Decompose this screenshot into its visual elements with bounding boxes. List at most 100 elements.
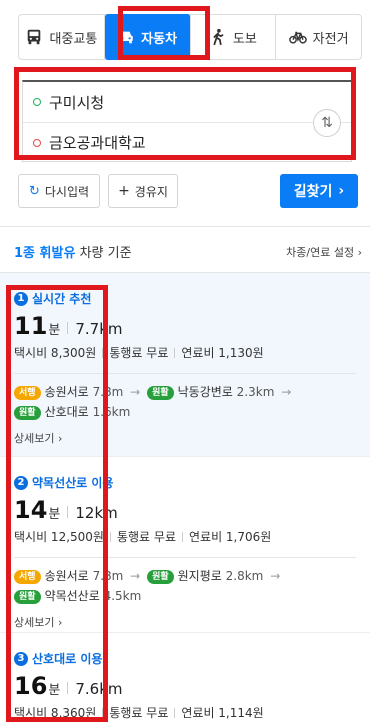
road-name: 낙동강변로 [177,385,233,399]
swap-button[interactable]: ⇅ [313,109,341,137]
arrow-right-icon: → [130,569,141,583]
road-name: 원지평로 [177,569,222,583]
traffic-badge-smooth: 원활 [147,385,174,400]
route-distance: 7.6km [75,680,123,698]
arrow-right-icon: → [281,385,292,399]
card-divider [14,557,356,558]
separator [67,322,69,334]
separator [174,347,176,358]
route-costs: 택시비 8,300원 통행료 무료 연료비 1,130원 [14,344,370,361]
route-input-box: 구미시청 금오공과대학교 ⇅ [22,80,352,162]
route-number-badge: 1 [14,291,28,306]
road-segments: 서행 송원서로 7.8m → 원활 낙동강변로 2.3km → 원활 산호대로 1.6… [14,382,370,422]
waypoint-label: 경유지 [134,184,168,199]
bicycle-icon [288,31,307,44]
reset-label: 다시입력 [44,184,90,199]
route-name: 실시간 추천 [32,292,92,306]
road-distance: 2.8km [225,569,264,583]
vehicle-settings-link[interactable]: 차종/연료 설정 › [286,244,362,260]
tab-walk-label: 도보 [232,31,257,47]
route-time-distance: 11 분 7.7km [14,312,370,340]
detail-link[interactable]: 상세보기 › [14,430,370,446]
route-distance: 7.7km [75,320,123,338]
vehicle-type: 1종 휘발유 [14,246,76,261]
traffic-badge-slow: 서행 [14,569,41,584]
fuel-cost: 연료비 1,130원 [181,346,264,360]
reset-button[interactable]: ↻ 다시입력 [18,174,100,208]
chevron-right-icon: › [57,616,63,629]
arrow-right-icon: → [270,569,281,583]
destination-field[interactable]: 금오공과대학교 [23,122,351,162]
route-card-1[interactable]: 1 실시간 추천 11 분 7.7km 택시비 8,300원 통행료 무료 연료… [0,273,370,456]
road-segments: 서행 송원서로 7.8m → 원활 원지평로 2.8km → 원활 약목선산로 4.5… [14,566,370,606]
chevron-right-icon: › [57,432,63,445]
tab-walk[interactable]: 도보 [191,15,277,59]
traffic-badge-smooth: 원활 [14,405,41,420]
taxi-fare: 택시비 8,300원 [14,346,97,360]
route-name: 산호대로 이용 [32,652,103,666]
route-time-distance: 16 분 7.6km [14,672,370,700]
toll-fee: 통행료 무료 [109,346,169,360]
section-divider [0,226,370,227]
route-time: 14 [14,496,48,524]
separator [109,531,111,542]
chevron-right-icon: › [357,246,362,259]
tab-car[interactable]: 자동차 [104,14,191,60]
separator [174,707,176,718]
separator [67,506,69,518]
transport-mode-tabs: 대중교통 자동차 도보 자전거 [18,14,362,60]
route-time-unit: 분 [48,323,61,338]
vehicle-settings-label: 차종/연료 설정 [286,246,355,259]
road-name: 약목선산로 [44,589,100,603]
origin-text: 구미시청 [49,93,105,112]
chevron-right-icon: › [338,183,345,199]
route-name: 약목선산로 이용 [32,476,114,490]
add-waypoint-button[interactable]: + 경유지 [108,174,178,208]
tab-transit[interactable]: 대중교통 [19,15,105,59]
bus-icon [28,29,41,45]
route-time: 16 [14,672,48,700]
route-time-unit: 분 [48,683,61,698]
separator [67,682,69,694]
detail-link[interactable]: 상세보기 › [14,614,370,630]
search-route-label: 길찾기 [293,184,333,200]
route-costs: 택시비 8,360원 통행료 무료 연료비 1,114원 [14,704,370,721]
route-costs: 택시비 12,500원 통행료 무료 연료비 1,706원 [14,528,370,545]
arrow-right-icon: → [130,385,141,399]
route-time-distance: 14 분 12km [14,496,370,524]
origin-field[interactable]: 구미시청 [23,82,351,122]
traffic-badge-smooth: 원활 [147,569,174,584]
traffic-badge-smooth: 원활 [14,589,41,604]
separator [102,707,104,718]
car-icon [119,31,133,44]
vehicle-suffix: 차량 기준 [79,246,132,261]
separator [102,347,104,358]
swap-arrows-icon: ⇅ [321,115,333,131]
plus-icon: + [118,183,130,199]
road-distance: 2.3km [236,385,275,399]
fuel-cost: 연료비 1,706원 [188,530,272,544]
route-card-3[interactable]: 3 산호대로 이용 16 분 7.6km 택시비 8,360원 통행료 무료 연… [0,632,370,724]
walk-icon [213,28,224,46]
card-divider [14,373,356,374]
road-distance: 4.5km [103,589,142,603]
traffic-badge-slow: 서행 [14,385,41,400]
road-distance: 1.6km [92,405,131,419]
route-number-badge: 3 [14,651,28,666]
detail-label: 상세보기 [14,432,55,445]
toll-fee: 통행료 무료 [109,706,169,720]
fuel-cost: 연료비 1,114원 [181,706,264,720]
road-name: 송원서로 [44,385,89,399]
route-number-badge: 2 [14,475,28,490]
toll-fee: 통행료 무료 [116,530,176,544]
route-time-unit: 분 [48,507,61,522]
tab-bicycle[interactable]: 자전거 [276,15,361,59]
road-name: 송원서로 [44,569,89,583]
route-title: 1 실시간 추천 [14,290,370,307]
detail-label: 상세보기 [14,616,55,629]
separator [181,531,183,542]
destination-text: 금오공과대학교 [49,134,146,152]
route-card-2[interactable]: 2 약목선산로 이용 14 분 12km 택시비 12,500원 통행료 무료 … [0,456,370,632]
refresh-icon: ↻ [28,183,40,199]
search-route-button[interactable]: 길찾기 › [280,174,358,208]
